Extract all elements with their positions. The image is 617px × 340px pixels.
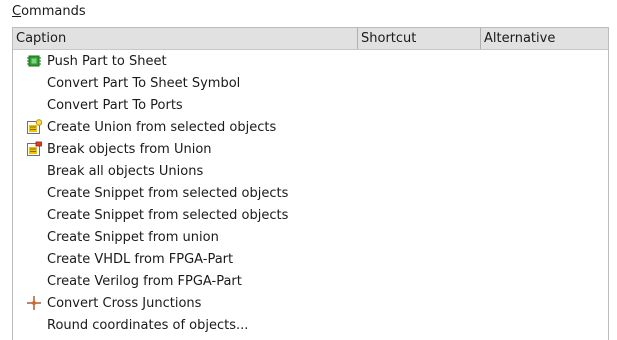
table-row[interactable]: Convert Cross Junctions: [13, 292, 608, 314]
table-row[interactable]: Create Snippet from selected objects: [13, 182, 608, 204]
column-header-shortcut[interactable]: Shortcut: [358, 28, 481, 49]
table-body: Push Part to Sheet Convert Part To Sheet…: [13, 50, 608, 336]
row-caption: Create VHDL from FPGA-Part: [47, 251, 234, 267]
chip-green-icon: [26, 53, 42, 69]
commands-section-label: Commands: [12, 4, 86, 19]
table-row[interactable]: Create Snippet from selected objects: [13, 204, 608, 226]
row-caption: Create Union from selected objects: [47, 119, 277, 135]
commands-label-rest: ommands: [21, 4, 86, 19]
row-caption: Push Part to Sheet: [47, 53, 167, 69]
union-create-icon: [26, 119, 42, 135]
table-row[interactable]: Break all objects Unions: [13, 160, 608, 182]
cross-junction-icon: [26, 295, 42, 311]
table-row[interactable]: Round coordinates of objects...: [13, 314, 608, 336]
commands-table[interactable]: Caption Shortcut Alternative Push Part t…: [12, 27, 609, 340]
table-row[interactable]: Convert Part To Sheet Symbol: [13, 72, 608, 94]
table-row[interactable]: Push Part to Sheet: [13, 50, 608, 72]
table-row[interactable]: Break objects from Union: [13, 138, 608, 160]
empty-icon-slot: [26, 163, 42, 179]
row-caption: Convert Part To Ports: [47, 97, 183, 113]
column-header-alternative[interactable]: Alternative: [481, 28, 608, 49]
row-caption: Convert Part To Sheet Symbol: [47, 75, 241, 91]
row-caption: Round coordinates of objects...: [47, 317, 249, 333]
table-row[interactable]: Create VHDL from FPGA-Part: [13, 248, 608, 270]
empty-icon-slot: [26, 75, 42, 91]
row-caption: Convert Cross Junctions: [47, 295, 202, 311]
row-caption: Break objects from Union: [47, 141, 212, 157]
row-caption: Create Snippet from union: [47, 229, 219, 245]
column-header-caption[interactable]: Caption: [13, 28, 358, 49]
table-row[interactable]: Create Union from selected objects: [13, 116, 608, 138]
empty-icon-slot: [26, 185, 42, 201]
empty-icon-slot: [26, 251, 42, 267]
union-break-icon: [26, 141, 42, 157]
table-row[interactable]: Create Snippet from union: [13, 226, 608, 248]
table-header: Caption Shortcut Alternative: [13, 28, 608, 50]
commands-label-mnemonic: C: [12, 4, 22, 19]
empty-icon-slot: [26, 229, 42, 245]
table-row[interactable]: Create Verilog from FPGA-Part: [13, 270, 608, 292]
row-caption: Break all objects Unions: [47, 163, 204, 179]
empty-icon-slot: [26, 317, 42, 333]
table-row[interactable]: Convert Part To Ports: [13, 94, 608, 116]
empty-icon-slot: [26, 207, 42, 223]
row-caption: Create Snippet from selected objects: [47, 207, 289, 223]
row-caption: Create Verilog from FPGA-Part: [47, 273, 242, 289]
row-caption: Create Snippet from selected objects: [47, 185, 289, 201]
empty-icon-slot: [26, 273, 42, 289]
empty-icon-slot: [26, 97, 42, 113]
